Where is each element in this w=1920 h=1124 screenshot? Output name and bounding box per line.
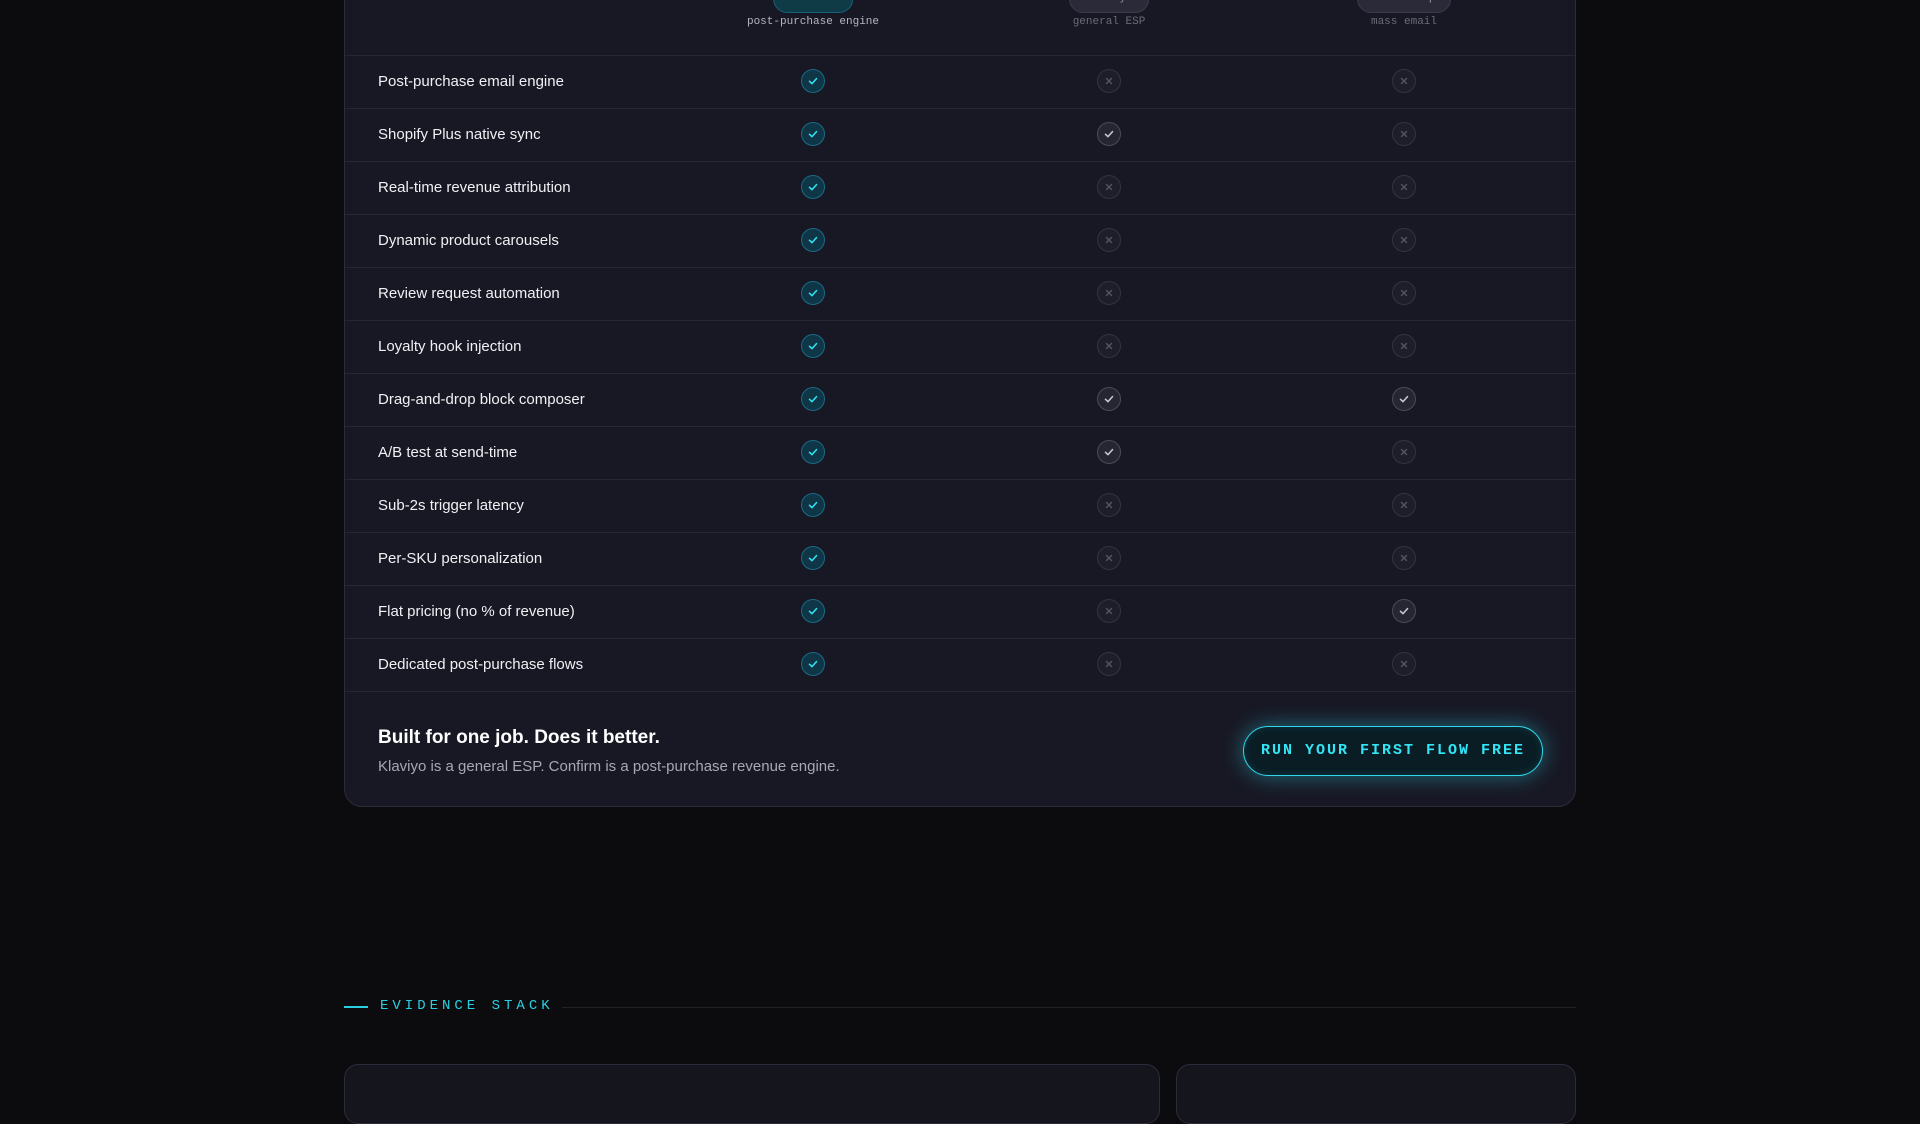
feature-label: Shopify Plus native sync — [378, 126, 541, 143]
feature-label: Loyalty hook injection — [378, 338, 522, 355]
x-icon — [1392, 493, 1416, 517]
check-icon — [801, 440, 825, 464]
column-header-klaviyo: Klaviyo general ESP — [1009, 0, 1209, 55]
comparison-footer: Built for one job. Does it better. Klavi… — [345, 692, 1575, 806]
feature-row: Real-time revenue attribution — [345, 161, 1575, 215]
feature-row: Flat pricing (no % of revenue) — [345, 585, 1575, 639]
feature-label: Post-purchase email engine — [378, 73, 564, 90]
evidence-divider — [562, 1007, 1576, 1008]
x-icon — [1392, 281, 1416, 305]
x-icon — [1097, 546, 1121, 570]
x-icon — [1097, 493, 1121, 517]
feature-row: Per-SKU personalization — [345, 532, 1575, 586]
x-icon — [1097, 281, 1121, 305]
check-icon — [801, 546, 825, 570]
check-icon — [1392, 387, 1416, 411]
x-icon — [1392, 228, 1416, 252]
feature-row: Review request automation — [345, 267, 1575, 321]
feature-row: Dedicated post-purchase flows — [345, 638, 1575, 692]
feature-label: Drag-and-drop block composer — [378, 391, 585, 408]
x-icon — [1392, 546, 1416, 570]
column-badge-mailchimp: Mailchimp — [1357, 0, 1451, 13]
check-icon — [801, 122, 825, 146]
feature-label: Per-SKU personalization — [378, 550, 543, 567]
evidence-card-right — [1176, 1064, 1576, 1124]
feature-label: Review request automation — [378, 285, 560, 302]
column-badge-confirm: CONFIRM — [773, 0, 853, 13]
feature-label: Dedicated post-purchase flows — [378, 656, 584, 673]
feature-label: A/B test at send-time — [378, 444, 518, 461]
feature-label: Flat pricing (no % of revenue) — [378, 603, 575, 620]
check-icon — [801, 228, 825, 252]
evidence-accent-line — [344, 1006, 368, 1008]
x-icon — [1097, 228, 1121, 252]
column-badge-klaviyo: Klaviyo — [1069, 0, 1149, 13]
feature-row: Drag-and-drop block composer — [345, 373, 1575, 427]
x-icon — [1392, 175, 1416, 199]
x-icon — [1097, 334, 1121, 358]
check-icon — [801, 334, 825, 358]
x-icon — [1097, 69, 1121, 93]
feature-row: Loyalty hook injection — [345, 320, 1575, 374]
x-icon — [1392, 440, 1416, 464]
footer-title: Built for one job. Does it better. — [378, 727, 660, 748]
x-icon — [1392, 334, 1416, 358]
evidence-card-left — [344, 1064, 1160, 1124]
check-icon — [801, 281, 825, 305]
column-tagline-klaviyo: general ESP — [1072, 16, 1146, 28]
feature-label: Sub-2s trigger latency — [378, 497, 524, 514]
x-icon — [1097, 599, 1121, 623]
feature-row: A/B test at send-time — [345, 426, 1575, 480]
feature-label: Real-time revenue attribution — [378, 179, 571, 196]
check-icon — [801, 69, 825, 93]
x-icon — [1392, 122, 1416, 146]
run-first-flow-button[interactable]: RUN YOUR FIRST FLOW FREE — [1243, 726, 1543, 776]
footer-subtitle: Klaviyo is a general ESP. Confirm is a p… — [378, 758, 840, 775]
column-tagline-confirm: post-purchase engine — [746, 16, 880, 28]
evidence-section-label: EVIDENCE STACK — [380, 998, 554, 1014]
feature-row: Shopify Plus native sync — [345, 108, 1575, 162]
feature-label: Dynamic product carousels — [378, 232, 559, 249]
column-header-confirm: CONFIRM post-purchase engine — [713, 0, 913, 55]
check-icon — [1097, 122, 1121, 146]
check-icon — [1392, 599, 1416, 623]
x-icon — [1097, 175, 1121, 199]
x-icon — [1097, 652, 1121, 676]
x-icon — [1392, 69, 1416, 93]
check-icon — [1097, 387, 1121, 411]
comparison-card: CONFIRM post-purchase engine Klaviyo gen… — [344, 0, 1576, 807]
check-icon — [801, 175, 825, 199]
comparison-header: CONFIRM post-purchase engine Klaviyo gen… — [345, 0, 1575, 56]
feature-row: Dynamic product carousels — [345, 214, 1575, 268]
feature-row: Post-purchase email engine — [345, 55, 1575, 109]
check-icon — [801, 387, 825, 411]
check-icon — [801, 599, 825, 623]
column-tagline-mailchimp: mass email — [1370, 16, 1437, 28]
feature-row: Sub-2s trigger latency — [345, 479, 1575, 533]
check-icon — [1097, 440, 1121, 464]
check-icon — [801, 652, 825, 676]
x-icon — [1392, 652, 1416, 676]
check-icon — [801, 493, 825, 517]
column-header-mailchimp: Mailchimp mass email — [1304, 0, 1504, 55]
